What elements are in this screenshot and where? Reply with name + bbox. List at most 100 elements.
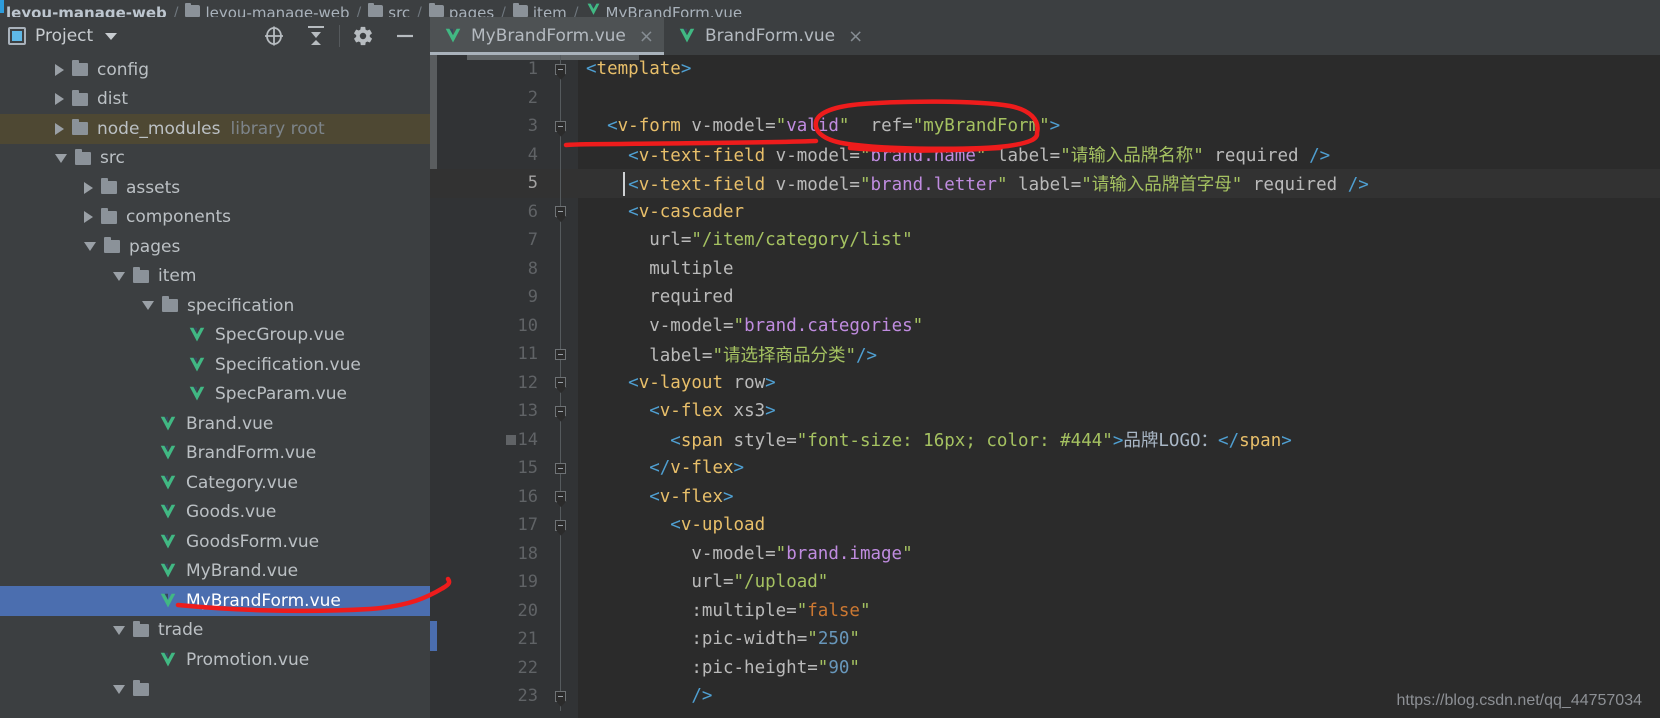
code-line[interactable]: 16 <v-flex> [430, 482, 1660, 511]
fold-gutter[interactable] [542, 197, 578, 226]
code-line[interactable]: 9 required [430, 283, 1660, 312]
breadcrumb-item-4[interactable]: pages [428, 0, 494, 17]
chevron-right-icon[interactable] [84, 181, 93, 194]
fold-collapse-icon[interactable] [554, 63, 566, 75]
tree-item-specification-vue[interactable]: Specification.vue [0, 350, 430, 380]
tree-item-trade[interactable]: trade [0, 616, 430, 646]
code-line[interactable]: 15 </v-flex> [430, 454, 1660, 483]
tree-item-mybrandform-vue[interactable]: MyBrandForm.vue [0, 586, 430, 616]
fold-gutter[interactable] [542, 539, 578, 568]
code-line[interactable]: 4 <v-text-field v-model="brand.name" lab… [430, 140, 1660, 169]
tree-item-node-modules[interactable]: node_modules library root [0, 114, 430, 144]
code-line[interactable]: 6 <v-cascader [430, 197, 1660, 226]
fold-gutter[interactable] [542, 368, 578, 397]
fold-gutter[interactable] [542, 568, 578, 597]
tree-item-specification[interactable]: specification [0, 291, 430, 321]
project-file-tree[interactable]: config dist node_modules library root src ass… [0, 55, 430, 718]
chevron-right-icon[interactable] [84, 211, 93, 224]
settings-icon[interactable] [342, 19, 384, 53]
code-line[interactable]: 20 :multiple="false" [430, 596, 1660, 625]
code-line[interactable]: 22 :pic-height="90" [430, 653, 1660, 682]
code-line[interactable]: 7 url="/item/category/list" [430, 226, 1660, 255]
chevron-down-icon[interactable] [113, 271, 125, 281]
code-line[interactable]: 1 <template> [430, 55, 1660, 84]
code-line[interactable]: 19 url="/upload" [430, 568, 1660, 597]
tree-item-config[interactable]: config [0, 55, 430, 85]
tree-item-components[interactable]: components [0, 203, 430, 233]
tree-item[interactable] [0, 675, 430, 705]
fold-collapse-icon[interactable] [554, 120, 566, 132]
fold-gutter[interactable] [542, 140, 578, 169]
tree-item-dist[interactable]: dist [0, 85, 430, 115]
chevron-right-icon[interactable] [55, 63, 64, 76]
code-line[interactable]: 5 <v-text-field v-model="brand.letter" l… [430, 169, 1660, 198]
fold-collapse-icon[interactable] [554, 690, 566, 702]
fold-end-icon[interactable] [554, 348, 566, 360]
fold-gutter[interactable] [542, 340, 578, 369]
close-icon[interactable]: × [848, 26, 863, 47]
chevron-down-icon[interactable] [113, 684, 125, 694]
tree-item-category-vue[interactable]: Category.vue [0, 468, 430, 498]
code-line[interactable]: 14 <span style="font-size: 16px; color: … [430, 425, 1660, 454]
fold-gutter[interactable] [542, 55, 578, 84]
code-line[interactable]: 11 label="请选择商品分类"/> [430, 340, 1660, 369]
code-line[interactable]: 8 multiple [430, 254, 1660, 283]
fold-gutter[interactable] [542, 454, 578, 483]
fold-collapse-icon[interactable] [554, 491, 566, 503]
fold-gutter[interactable] [542, 511, 578, 540]
code-line[interactable]: 10 v-model="brand.categories" [430, 311, 1660, 340]
fold-gutter[interactable] [542, 311, 578, 340]
code-line[interactable]: 13 <v-flex xs3> [430, 397, 1660, 426]
code-line[interactable]: 2 [430, 83, 1660, 112]
fold-end-icon[interactable] [554, 462, 566, 474]
fold-gutter[interactable] [542, 596, 578, 625]
fold-gutter[interactable] [542, 625, 578, 654]
breadcrumb-item-3[interactable]: src [368, 0, 410, 17]
fold-gutter[interactable] [542, 112, 578, 141]
breadcrumb-item-1[interactable]: leyou-manage-web [6, 0, 167, 17]
fold-gutter[interactable] [542, 482, 578, 511]
breadcrumb-item-6[interactable]: MyBrandForm.vue [586, 0, 742, 17]
chevron-down-icon[interactable] [113, 625, 125, 635]
editor-tab-mybrandform-vue[interactable]: MyBrandForm.vue × [430, 17, 664, 55]
tree-item-goodsform-vue[interactable]: GoodsForm.vue [0, 527, 430, 557]
hide-panel-icon[interactable] [384, 19, 426, 53]
fold-gutter[interactable] [542, 397, 578, 426]
code-line[interactable]: 21 :pic-width="250" [430, 625, 1660, 654]
chevron-down-icon[interactable] [105, 32, 118, 40]
fold-gutter[interactable] [542, 169, 578, 198]
tree-item-brand-vue[interactable]: Brand.vue [0, 409, 430, 439]
editor-tab-brandform-vue[interactable]: BrandForm.vue × [664, 17, 873, 55]
collapse-all-icon[interactable] [295, 19, 337, 53]
fold-collapse-icon[interactable] [554, 377, 566, 389]
code-editor[interactable]: 1 <template> 2 3 <v-form v-model="valid" re… [430, 55, 1660, 718]
fold-gutter[interactable] [542, 425, 578, 454]
tree-item-goods-vue[interactable]: Goods.vue [0, 498, 430, 528]
tree-item-assets[interactable]: assets [0, 173, 430, 203]
code-line[interactable]: 17 <v-upload [430, 511, 1660, 540]
tree-item-src[interactable]: src [0, 144, 430, 174]
tree-item-promotion-vue[interactable]: Promotion.vue [0, 645, 430, 675]
chevron-down-icon[interactable] [142, 301, 154, 311]
breadcrumb-item-2[interactable]: leyou-manage-web [185, 0, 350, 17]
fold-gutter[interactable] [542, 682, 578, 711]
fold-collapse-icon[interactable] [554, 519, 566, 531]
fold-gutter[interactable] [542, 83, 578, 112]
code-line[interactable]: 3 <v-form v-model="valid" ref="myBrandFo… [430, 112, 1660, 141]
chevron-down-icon[interactable] [84, 242, 96, 252]
tree-item-pages[interactable]: pages [0, 232, 430, 262]
tree-item-specgroup-vue[interactable]: SpecGroup.vue [0, 321, 430, 351]
tree-item-mybrand-vue[interactable]: MyBrand.vue [0, 557, 430, 587]
tree-item-specparam-vue[interactable]: SpecParam.vue [0, 380, 430, 410]
fold-gutter[interactable] [542, 653, 578, 682]
fold-gutter[interactable] [542, 254, 578, 283]
close-icon[interactable]: × [639, 26, 654, 47]
code-line[interactable]: 12 <v-layout row> [430, 368, 1660, 397]
tree-item-item[interactable]: item [0, 262, 430, 292]
fold-collapse-icon[interactable] [554, 405, 566, 417]
locate-icon[interactable] [253, 19, 295, 53]
breadcrumb-item-5[interactable]: item [512, 0, 567, 17]
code-line[interactable]: 18 v-model="brand.image" [430, 539, 1660, 568]
chevron-down-icon[interactable] [55, 153, 67, 163]
tree-item-brandform-vue[interactable]: BrandForm.vue [0, 439, 430, 469]
